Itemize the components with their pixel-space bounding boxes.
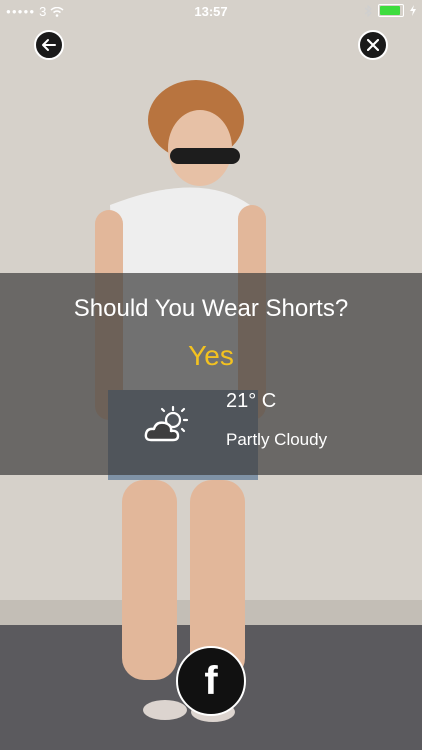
close-button[interactable]	[358, 30, 388, 60]
arrow-left-icon	[42, 39, 56, 51]
status-right	[364, 4, 416, 17]
status-time: 13:57	[194, 4, 228, 19]
battery-icon	[378, 4, 404, 17]
weather-condition: Partly Cloudy	[226, 430, 328, 449]
battery-level	[380, 6, 400, 15]
facebook-icon: f	[204, 658, 218, 703]
back-button[interactable]	[34, 30, 64, 60]
weather-card: Should You Wear Shorts? Yes 21° C Partly…	[0, 273, 422, 475]
status-bar: ●●●●● 3 13:57	[0, 0, 422, 22]
temperature-value: 21° C	[226, 390, 277, 412]
answer-text: Yes	[188, 340, 234, 371]
question-title: Should You Wear Shorts?	[73, 295, 349, 322]
charging-icon	[410, 5, 416, 16]
close-icon	[367, 39, 379, 51]
facebook-share-button[interactable]: f	[176, 646, 246, 716]
partly-cloudy-icon	[144, 405, 189, 442]
bluetooth-icon	[364, 4, 372, 17]
